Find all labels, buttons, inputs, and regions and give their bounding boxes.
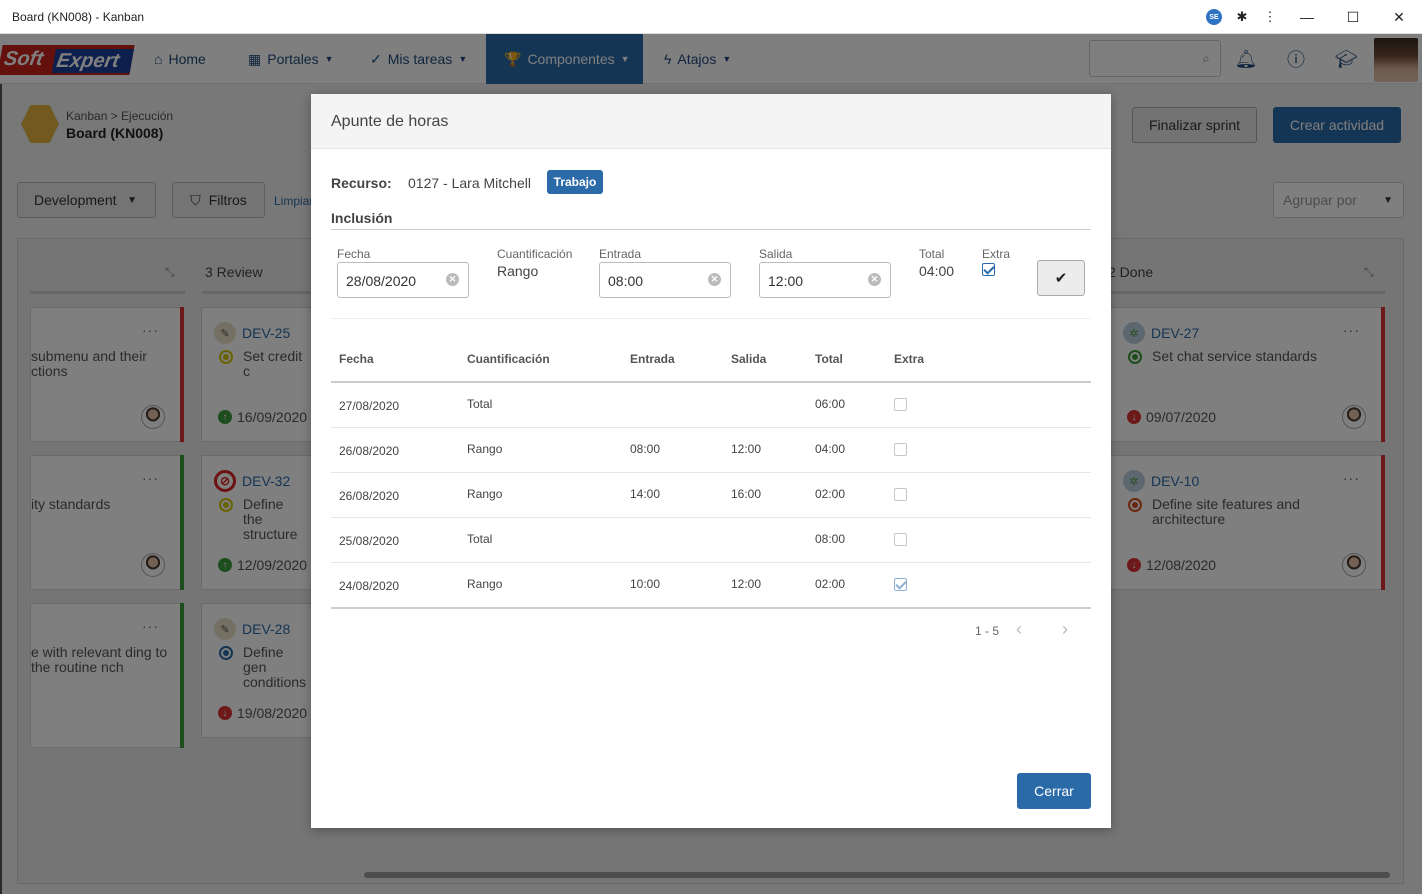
clear-icon[interactable]: ✕ bbox=[446, 273, 459, 286]
table-cell-entrada: 10:00 bbox=[630, 577, 661, 591]
apunte-de-horas-dialog: Apunte de horas Recurso: 0127 - Lara Mit… bbox=[311, 94, 1111, 828]
table-cell-fecha: 25/08/2020 bbox=[339, 534, 400, 548]
close-window-button[interactable]: ✕ bbox=[1376, 0, 1422, 34]
table-cell-cuantificacion: Total bbox=[467, 397, 493, 411]
pagination-range: 1 - 5 bbox=[975, 624, 1000, 638]
maximize-button[interactable]: ☐ bbox=[1330, 0, 1376, 34]
recurso-value: 0127 - Lara Mitchell bbox=[408, 175, 531, 191]
table-cell-total: 02:00 bbox=[815, 487, 846, 501]
cuantificacion-value: Rango bbox=[497, 263, 539, 279]
salida-input[interactable]: 12:00 ✕ bbox=[759, 262, 891, 298]
table-cell-cuantificacion: Rango bbox=[467, 577, 503, 591]
table-header-entrada: Entrada bbox=[630, 352, 675, 366]
recurso-label: Recurso: bbox=[331, 175, 392, 191]
trabajo-badge: Trabajo bbox=[547, 170, 603, 194]
table-cell-cuantificacion: Rango bbox=[467, 487, 503, 501]
table-cell-cuantificacion: Rango bbox=[467, 442, 503, 456]
table-cell-total: 08:00 bbox=[815, 532, 846, 546]
clear-icon[interactable]: ✕ bbox=[868, 273, 881, 286]
table-header-salida: Salida bbox=[731, 352, 767, 366]
fecha-input[interactable]: 28/08/2020 ✕ bbox=[337, 262, 469, 298]
table-cell-total: 04:00 bbox=[815, 442, 846, 456]
table-cell-cuantificacion: Total bbox=[467, 532, 493, 546]
table-cell-extra-checkbox bbox=[894, 443, 907, 456]
table-header-extra: Extra bbox=[894, 352, 925, 366]
table-cell-entrada: 14:00 bbox=[630, 487, 661, 501]
table-cell-fecha: 26/08/2020 bbox=[339, 489, 400, 503]
check-icon: ✔ bbox=[1054, 270, 1068, 287]
table-cell-extra-checkbox bbox=[894, 578, 907, 591]
chevron-left-icon[interactable]: ‹ bbox=[1016, 619, 1022, 640]
total-value: 04:00 bbox=[919, 263, 955, 279]
entrada-label: Entrada bbox=[599, 247, 642, 261]
table-cell-fecha: 24/08/2020 bbox=[339, 579, 400, 593]
table-header-total: Total bbox=[815, 352, 843, 366]
fecha-label: Fecha bbox=[337, 247, 371, 261]
table-cell-salida: 16:00 bbox=[731, 487, 762, 501]
table-cell-fecha: 26/08/2020 bbox=[339, 444, 400, 458]
salida-label: Salida bbox=[759, 247, 793, 261]
table-cell-extra-checkbox bbox=[894, 488, 907, 501]
cerrar-button[interactable]: Cerrar bbox=[1017, 773, 1091, 809]
window-title: Board (KN008) - Kanban bbox=[12, 9, 145, 24]
entrada-input[interactable]: 08:00 ✕ bbox=[599, 262, 731, 298]
total-label: Total bbox=[919, 247, 945, 261]
inclusion-heading: Inclusión bbox=[331, 210, 393, 226]
dialog-title: Apunte de horas bbox=[331, 113, 449, 130]
window-titlebar: Board (KN008) - Kanban SE ✱ ⋮ — ☐ ✕ bbox=[0, 0, 1422, 34]
table-header-fecha: Fecha bbox=[339, 352, 374, 366]
clear-icon[interactable]: ✕ bbox=[708, 273, 721, 286]
puzzle-extension-icon[interactable]: ✱ bbox=[1228, 0, 1256, 34]
cuantificacion-label: Cuantificación bbox=[497, 247, 573, 261]
table-cell-extra-checkbox bbox=[894, 533, 907, 546]
extra-label: Extra bbox=[982, 247, 1011, 261]
table-cell-entrada: 08:00 bbox=[630, 442, 661, 456]
extra-checkbox[interactable] bbox=[982, 263, 995, 276]
confirm-button[interactable]: ✔ bbox=[1037, 260, 1085, 296]
minimize-button[interactable]: — bbox=[1284, 0, 1330, 34]
table-cell-salida: 12:00 bbox=[731, 577, 762, 591]
table-cell-extra-checkbox bbox=[894, 398, 907, 411]
more-vertical-icon[interactable]: ⋮ bbox=[1256, 0, 1284, 34]
table-cell-total: 02:00 bbox=[815, 577, 846, 591]
chevron-right-icon[interactable]: › bbox=[1062, 619, 1068, 640]
table-cell-total: 06:00 bbox=[815, 397, 846, 411]
table-header-cuantificacion: Cuantificación bbox=[467, 352, 550, 366]
table-cell-salida: 12:00 bbox=[731, 442, 762, 456]
se-extension-icon[interactable]: SE bbox=[1200, 0, 1228, 34]
table-cell-fecha: 27/08/2020 bbox=[339, 399, 400, 413]
